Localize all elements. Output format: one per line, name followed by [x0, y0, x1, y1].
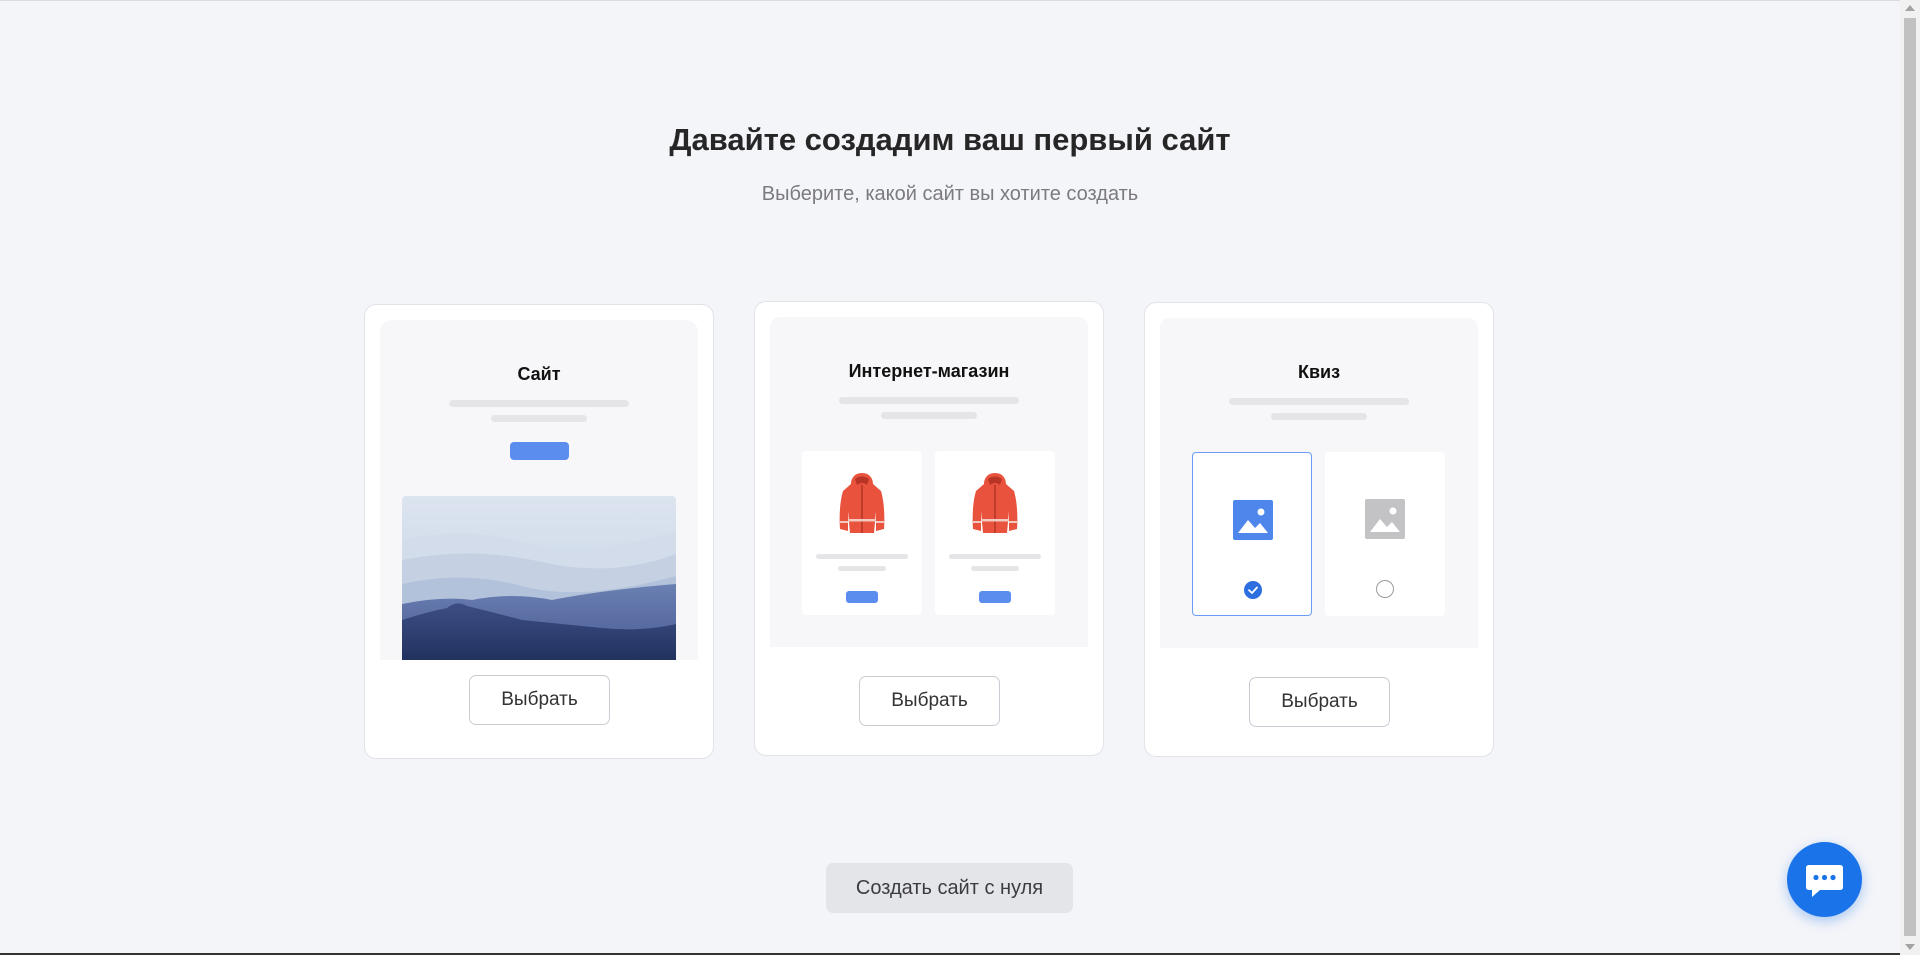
vertical-scrollbar[interactable] [1900, 0, 1920, 955]
quiz-preview: Квиз [1160, 318, 1478, 648]
scroll-thumb[interactable] [1904, 18, 1916, 936]
select-quiz-button[interactable]: Выбрать [1249, 677, 1390, 727]
create-from-scratch-button[interactable]: Создать сайт с нуля [826, 863, 1073, 913]
placeholder-line [949, 554, 1041, 559]
placeholder-button [846, 591, 878, 603]
placeholder-line [838, 566, 886, 571]
quiz-option [1325, 452, 1445, 616]
card-quiz[interactable]: Квиз Выбрать [1144, 302, 1494, 757]
select-store-button[interactable]: Выбрать [859, 676, 1000, 726]
placeholder-line [971, 566, 1019, 571]
placeholder-line [491, 415, 587, 422]
product-tile [935, 451, 1055, 615]
radio-icon [1376, 580, 1394, 598]
scroll-up-arrow-icon[interactable] [1905, 5, 1915, 11]
jacket-icon [839, 473, 885, 533]
placeholder-button [979, 591, 1011, 603]
jacket-icon [972, 473, 1018, 533]
image-icon [1233, 500, 1273, 540]
placeholder-line [1271, 413, 1367, 420]
card-site[interactable]: Сайт Выбрать [364, 304, 714, 759]
check-icon [1244, 581, 1262, 599]
placeholder-line [1229, 398, 1409, 405]
card-title: Интернет-магазин [848, 361, 1010, 381]
card-online-store[interactable]: Интернет-магазин Выбрать [754, 301, 1104, 756]
chat-button[interactable] [1787, 842, 1862, 917]
card-title: Сайт [517, 364, 561, 384]
placeholder-line [816, 554, 908, 559]
chat-bubble-icon [1806, 865, 1843, 897]
placeholder-line [881, 412, 977, 419]
top-border [0, 0, 1900, 1]
page-subtitle: Выберите, какой сайт вы хотите создать [761, 183, 1139, 205]
image-icon [1365, 499, 1405, 539]
placeholder-line [449, 400, 629, 407]
store-preview: Интернет-магазин [770, 317, 1088, 647]
placeholder-button [510, 442, 569, 460]
select-site-button[interactable]: Выбрать [469, 675, 610, 725]
card-title: Квиз [1297, 362, 1341, 382]
placeholder-line [839, 397, 1019, 404]
mountain-landscape-image [402, 496, 676, 660]
product-tile [802, 451, 922, 615]
quiz-option-selected [1192, 452, 1312, 616]
site-preview: Сайт [380, 320, 698, 660]
scroll-down-arrow-icon[interactable] [1905, 944, 1915, 950]
page-title: Давайте создадим ваш первый сайт [669, 122, 1231, 157]
